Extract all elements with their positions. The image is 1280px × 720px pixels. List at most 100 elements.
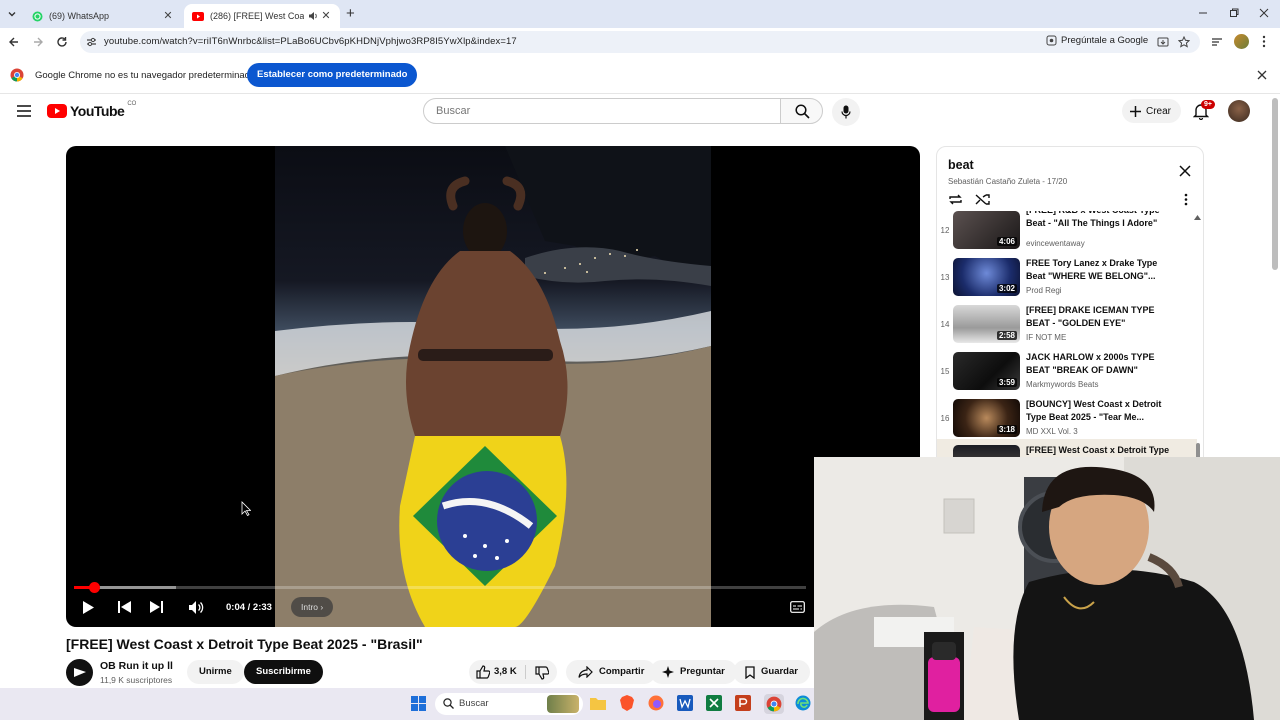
speaker-icon[interactable] bbox=[308, 11, 318, 21]
item-title[interactable]: [FREE] DRAKE ICEMAN TYPE BEAT - "GOLDEN … bbox=[1026, 304, 1171, 330]
volume-icon[interactable] bbox=[189, 601, 205, 614]
search-icon bbox=[795, 104, 810, 119]
address-bar[interactable]: youtube.com/watch?v=riIT6nWnrbc&list=PLa… bbox=[80, 31, 1200, 53]
close-window-icon[interactable] bbox=[1259, 8, 1269, 18]
playlist-more-icon[interactable] bbox=[1184, 193, 1188, 206]
next-icon[interactable] bbox=[150, 601, 163, 613]
buffered-bar bbox=[93, 586, 176, 589]
powerpoint-icon[interactable] bbox=[735, 695, 751, 711]
chrome-icon bbox=[766, 696, 782, 712]
loop-icon[interactable] bbox=[948, 193, 963, 206]
item-thumbnail[interactable]: 4:06 bbox=[953, 211, 1020, 249]
edge-icon[interactable] bbox=[795, 695, 811, 711]
playlist-item-current[interactable]: [FREE] West Coast x Detroit Type Beat 20… bbox=[937, 439, 1197, 457]
item-channel: MD XXL Vol. 3 bbox=[1026, 427, 1078, 436]
item-index: 16 bbox=[940, 414, 950, 423]
like-icon[interactable] bbox=[476, 665, 490, 679]
item-thumbnail[interactable]: 3:02 bbox=[953, 258, 1020, 296]
search-button[interactable] bbox=[780, 98, 823, 124]
item-title[interactable]: [BOUNCY] West Coast x Detroit Type Beat … bbox=[1026, 398, 1171, 424]
plus-icon bbox=[1130, 105, 1141, 117]
restore-icon[interactable] bbox=[1229, 8, 1239, 18]
item-title[interactable]: JACK HARLOW x 2000s TYPE BEAT "BREAK OF … bbox=[1026, 351, 1171, 377]
set-default-button[interactable]: Establecer como predeterminado bbox=[247, 63, 418, 87]
playlist-item[interactable]: 12 4:06 [FREE] R&B x West Coast Type Bea… bbox=[937, 211, 1197, 256]
reading-list-icon[interactable] bbox=[1211, 36, 1223, 48]
account-avatar[interactable] bbox=[1228, 100, 1250, 122]
shuffle-icon[interactable] bbox=[975, 193, 990, 206]
back-icon[interactable] bbox=[8, 36, 20, 48]
dislike-icon[interactable] bbox=[535, 666, 549, 680]
whatsapp-icon bbox=[32, 11, 43, 22]
profile-avatar[interactable] bbox=[1234, 34, 1249, 49]
new-tab-button[interactable]: + bbox=[346, 5, 355, 22]
youtube-logo[interactable]: YouTube CO bbox=[47, 101, 136, 119]
item-duration: 3:02 bbox=[996, 284, 1017, 293]
playlist-owner-position: Sebastián Castaño Zuleta - 17/20 bbox=[948, 177, 1068, 186]
windows-start-icon[interactable] bbox=[411, 696, 426, 711]
playlist-item[interactable]: 15 3:59 JACK HARLOW x 2000s TYPE BEAT "B… bbox=[937, 350, 1197, 397]
tab-search-chevron-icon[interactable] bbox=[6, 8, 18, 20]
excel-icon[interactable] bbox=[706, 695, 722, 711]
playlist-scrollbar[interactable] bbox=[1196, 443, 1200, 457]
chevron-right-icon: › bbox=[320, 602, 324, 612]
item-thumbnail[interactable]: 3:18 bbox=[953, 399, 1020, 437]
tab-youtube[interactable]: (286) [FREE] West Coast x D ✕ bbox=[184, 4, 340, 28]
word-icon[interactable] bbox=[677, 695, 693, 711]
ask-google-button[interactable]: Pregúntale a Google bbox=[1046, 35, 1148, 46]
chrome-menu-icon[interactable] bbox=[1262, 35, 1266, 48]
subscriber-count: 11,9 K suscriptores bbox=[100, 675, 173, 685]
minimize-icon[interactable] bbox=[1198, 8, 1208, 18]
taskbar-search[interactable]: Buscar bbox=[435, 693, 583, 715]
share-button[interactable]: Compartir bbox=[566, 660, 657, 684]
video-player[interactable]: 0:04 / 2:33 Intro › bbox=[66, 146, 920, 627]
reload-icon[interactable] bbox=[56, 36, 68, 48]
install-app-icon[interactable] bbox=[1157, 36, 1169, 48]
chapter-button[interactable]: Intro › bbox=[291, 597, 334, 617]
firefox-icon[interactable] bbox=[648, 695, 664, 711]
search-icon bbox=[443, 698, 454, 709]
hamburger-menu-icon[interactable] bbox=[17, 105, 31, 117]
search-input[interactable]: Buscar bbox=[423, 98, 781, 124]
play-icon[interactable] bbox=[82, 601, 94, 614]
chrome-taskbar-button[interactable] bbox=[764, 694, 784, 714]
save-button[interactable]: Guardar bbox=[733, 660, 810, 684]
playlist-item[interactable]: 16 3:18 [BOUNCY] West Coast x Detroit Ty… bbox=[937, 397, 1197, 444]
seek-bar[interactable] bbox=[74, 582, 806, 593]
forward-icon[interactable] bbox=[32, 36, 44, 48]
ask-button[interactable]: Preguntar bbox=[650, 660, 737, 684]
close-playlist-icon[interactable] bbox=[1179, 165, 1191, 177]
item-title[interactable]: [FREE] West Coast x Detroit Type Beat 20… bbox=[1026, 444, 1171, 457]
tab-whatsapp[interactable]: (69) WhatsApp ✕ bbox=[24, 4, 182, 28]
brave-browser-icon[interactable] bbox=[620, 695, 634, 711]
item-title[interactable]: [FREE] R&B x West Coast Type Beat - "All… bbox=[1026, 211, 1171, 230]
close-infobar-icon[interactable] bbox=[1257, 70, 1267, 80]
scroll-up-icon[interactable] bbox=[1194, 215, 1201, 220]
webcam-overlay bbox=[814, 457, 1280, 720]
playlist-item[interactable]: 14 2:58 [FREE] DRAKE ICEMAN TYPE BEAT - … bbox=[937, 303, 1197, 350]
scrubber-handle[interactable] bbox=[88, 582, 100, 593]
close-tab-icon[interactable]: ✕ bbox=[162, 10, 174, 22]
url-text[interactable]: youtube.com/watch?v=riIT6nWnrbc&list=PLa… bbox=[104, 36, 517, 47]
file-explorer-icon[interactable] bbox=[590, 696, 606, 710]
playlist-title[interactable]: beat bbox=[948, 158, 974, 172]
subscribe-button[interactable]: Suscribirme bbox=[244, 660, 323, 684]
item-index: 12 bbox=[940, 226, 950, 235]
like-count[interactable]: 3,8 K bbox=[494, 660, 517, 684]
join-button[interactable]: Unirme bbox=[187, 660, 244, 684]
bookmark-star-icon[interactable] bbox=[1178, 36, 1190, 48]
item-thumbnail[interactable]: 3:59 bbox=[953, 352, 1020, 390]
subtitles-icon[interactable] bbox=[790, 601, 805, 613]
playlist-item[interactable]: 13 3:02 FREE Tory Lanez x Drake Type Bea… bbox=[937, 256, 1197, 303]
page-scrollbar[interactable] bbox=[1272, 98, 1278, 270]
share-label: Compartir bbox=[599, 666, 645, 677]
create-button[interactable]: Crear bbox=[1122, 99, 1182, 123]
item-thumbnail[interactable]: 2:58 bbox=[953, 305, 1020, 343]
close-tab-icon[interactable]: ✕ bbox=[320, 10, 332, 22]
previous-icon[interactable] bbox=[118, 601, 131, 613]
channel-name[interactable]: OB Run it up ll bbox=[100, 660, 173, 672]
channel-avatar[interactable] bbox=[66, 659, 93, 686]
item-title[interactable]: FREE Tory Lanez x Drake Type Beat "WHERE… bbox=[1026, 257, 1171, 283]
voice-search-button[interactable] bbox=[832, 98, 860, 126]
site-info-icon[interactable] bbox=[86, 37, 97, 47]
